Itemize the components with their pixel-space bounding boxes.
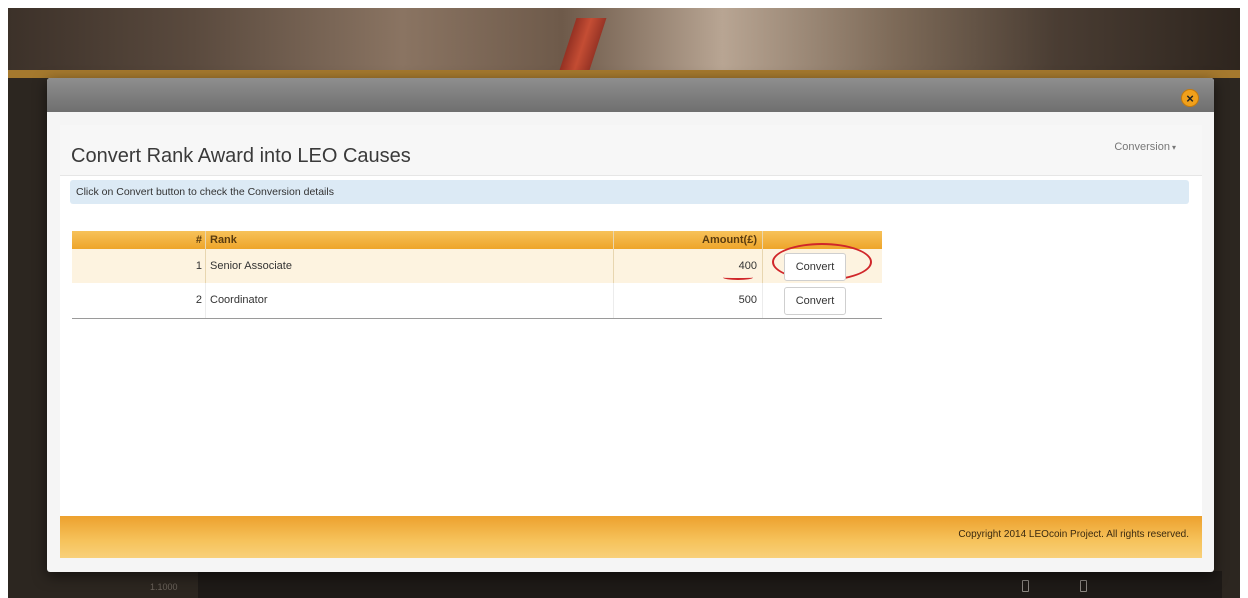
background-marker-icon [1022,580,1029,592]
close-icon[interactable]: × [1181,89,1199,107]
rank-amount: 500 [738,294,757,306]
table-row: 2 Coordinator 500 Convert [72,283,882,319]
row-number: 2 [195,294,202,306]
column-divider [205,283,206,318]
annotation-underline [723,275,753,280]
rank-name: Senior Associate [210,260,292,272]
column-divider [205,249,206,283]
header-num: # [195,234,202,246]
info-alert-text: Click on Convert button to check the Con… [76,186,334,198]
background-banner-image [8,8,1240,70]
copyright-text: Copyright 2014 LEOcoin Project. All righ… [958,529,1189,540]
conversion-modal: × Convert Rank Award into LEO Causes Con… [47,78,1214,572]
modal-header-bar: × [47,78,1214,112]
rank-name: Coordinator [210,294,268,306]
rank-award-table: # Rank Amount(£) 1 Senior Associate 400 … [72,231,882,319]
caret-down-icon: ▾ [1171,143,1176,152]
conversion-dropdown-label: Conversion [1114,141,1170,153]
info-alert: Click on Convert button to check the Con… [70,180,1189,204]
convert-button[interactable]: Convert [784,287,846,315]
column-divider [205,231,206,249]
rank-amount: 400 [738,260,757,272]
header-rank: Rank [210,234,237,246]
header-amount: Amount(£) [702,234,757,246]
background-footer [198,571,1222,598]
table-header-row: # Rank Amount(£) [72,231,882,249]
row-number: 1 [195,260,202,272]
page-title: Convert Rank Award into LEO Causes [71,145,411,167]
background-footer-text: 1.1000 [150,582,178,592]
conversion-dropdown[interactable]: Conversion ▾ [1114,141,1176,153]
column-divider [762,231,763,249]
column-divider [762,283,763,318]
panel-footer: Copyright 2014 LEOcoin Project. All righ… [60,516,1202,558]
panel-header: Convert Rank Award into LEO Causes Conve… [60,125,1202,176]
background-marker-icon [1080,580,1087,592]
column-divider [762,249,763,283]
background-gold-bar [8,70,1240,78]
table-row: 1 Senior Associate 400 Convert [72,243,882,283]
modal-panel: Convert Rank Award into LEO Causes Conve… [60,125,1202,558]
convert-button[interactable]: Convert [784,253,846,281]
